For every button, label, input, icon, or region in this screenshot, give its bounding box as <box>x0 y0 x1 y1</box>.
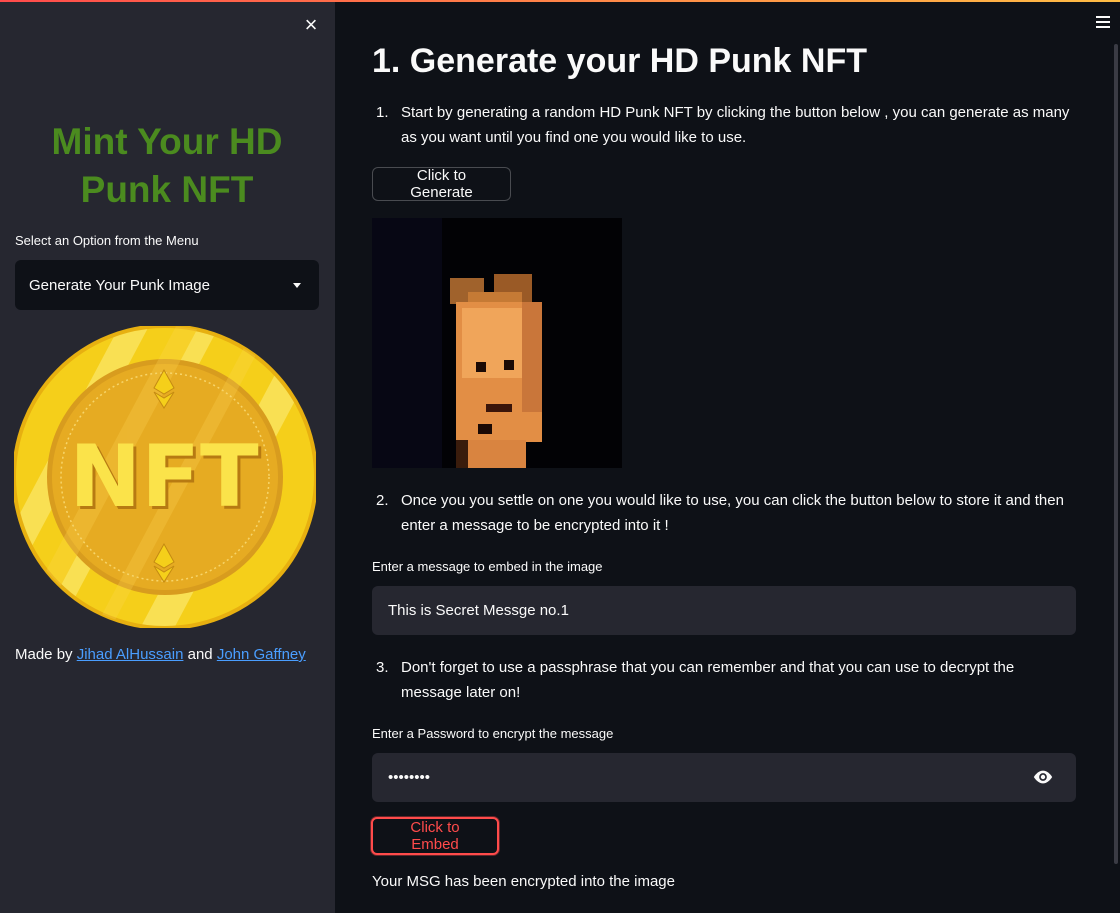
credits: Made by Jihad AlHussain and John Gaffney <box>15 646 306 663</box>
scrollbar[interactable] <box>1114 44 1118 864</box>
step-number: 1. <box>376 104 389 121</box>
sidebar: × Mint Your HD Punk NFT Select an Option… <box>0 0 335 913</box>
chevron-down-icon <box>293 282 301 288</box>
step-text: Once you you settle on one you would lik… <box>401 492 1064 534</box>
password-label: Enter a Password to encrypt the message <box>372 726 614 741</box>
hamburger-menu-icon[interactable] <box>1096 16 1112 30</box>
message-label: Enter a message to embed in the image <box>372 559 603 574</box>
password-input[interactable]: •••••••• <box>372 753 1076 802</box>
eye-icon[interactable] <box>1032 768 1054 786</box>
author-link-john[interactable]: John Gaffney <box>217 646 306 663</box>
page-title: 1. Generate your HD Punk NFT <box>372 42 867 80</box>
message-input[interactable]: This is Secret Messge no.1 <box>372 586 1076 635</box>
credits-and: and <box>183 646 217 663</box>
step-text: Start by generating a random HD Punk NFT… <box>401 104 1070 146</box>
generated-punk-image <box>372 218 622 468</box>
generate-button[interactable]: Click to Generate <box>372 167 511 201</box>
step-3: 3. Don't forget to use a passphrase that… <box>372 655 1077 705</box>
status-message: Your MSG has been encrypted into the ima… <box>372 873 675 890</box>
menu-select-label: Select an Option from the Menu <box>15 233 199 248</box>
top-decoration-bar <box>0 0 1120 2</box>
nft-coin-image: NFT NFT <box>14 326 316 628</box>
close-sidebar-button[interactable]: × <box>300 14 322 36</box>
credits-prefix: Made by <box>15 646 77 663</box>
step-text: Don't forget to use a passphrase that yo… <box>401 659 1015 701</box>
step-1: 1. Start by generating a random HD Punk … <box>372 100 1077 150</box>
embed-button[interactable]: Click to Embed <box>371 817 499 855</box>
password-input-value: •••••••• <box>388 769 431 786</box>
menu-select[interactable]: Generate Your Punk Image <box>15 260 319 310</box>
step-2: 2. Once you you settle on one you would … <box>372 488 1077 538</box>
close-icon: × <box>304 12 318 37</box>
sidebar-title: Mint Your HD Punk NFT <box>15 118 319 214</box>
sidebar-title-line1: Mint Your HD <box>51 121 283 162</box>
message-input-value: This is Secret Messge no.1 <box>388 602 569 619</box>
author-link-jihad[interactable]: Jihad AlHussain <box>77 646 184 663</box>
sidebar-title-line2: Punk NFT <box>80 169 254 210</box>
step-number: 2. <box>376 492 389 509</box>
coin-text: NFT <box>69 427 259 527</box>
step-number: 3. <box>376 659 389 676</box>
menu-select-value: Generate Your Punk Image <box>29 276 210 294</box>
